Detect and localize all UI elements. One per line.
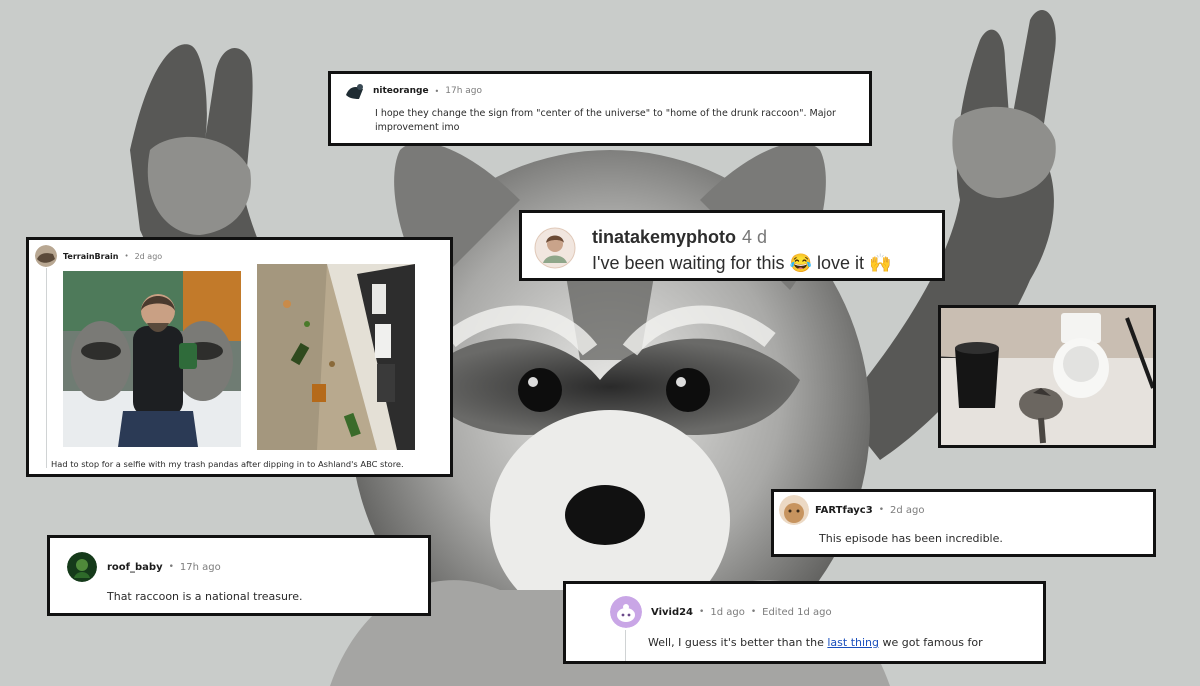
selfie-photo[interactable]: [63, 271, 241, 447]
comment-timestamp: 2d ago: [890, 504, 925, 516]
comment-card-tinatakemyphoto: tinatakemyphoto 4 d I've been waiting fo…: [519, 210, 945, 281]
comment-username[interactable]: tinatakemyphoto: [592, 227, 736, 248]
comment-username[interactable]: niteorange: [373, 86, 429, 96]
avatar-tinatakemyphoto[interactable]: [534, 227, 576, 269]
separator-dot: •: [699, 607, 705, 617]
comment-text: I hope they change the sign from "center…: [375, 108, 836, 133]
comment-username[interactable]: FARTfayc3: [815, 505, 873, 516]
comment-text: I've been waiting for this 😂 love it 🙌: [592, 253, 892, 273]
edited-label: Edited 1d ago: [762, 606, 832, 618]
comment-timestamp: 17h ago: [445, 86, 483, 96]
avatar-vivid24[interactable]: [610, 596, 642, 628]
comment-text: That raccoon is a national treasure.: [107, 590, 303, 603]
comment-timestamp: 1d ago: [710, 606, 745, 618]
avatar-terrainbrain[interactable]: [35, 245, 57, 267]
comment-text: This episode has been incredible.: [819, 532, 1003, 545]
comment-username[interactable]: Vivid24: [651, 607, 693, 618]
comment-text-start: Well, I guess it's better than the: [648, 636, 828, 649]
post-caption: Had to stop for a selfie with my trash p…: [51, 459, 404, 469]
avatar-niteorange[interactable]: [343, 79, 367, 103]
comment-username[interactable]: TerrainBrain: [63, 252, 118, 261]
broken-bottles-photo[interactable]: [257, 264, 415, 450]
comment-text: Well, I guess it's better than the last …: [648, 636, 983, 649]
avatar-roof-baby[interactable]: [67, 552, 97, 582]
comment-card-roof-baby: roof_baby • 17h ago That raccoon is a na…: [47, 535, 431, 616]
separator-dot: •: [124, 252, 129, 260]
comment-card-fartfayc3: FARTfayc3 • 2d ago This episode has been…: [771, 489, 1156, 557]
thread-line: [625, 630, 626, 661]
separator-dot: •: [434, 86, 440, 96]
comment-card-niteorange: niteorange • 17h ago I hope they change …: [328, 71, 872, 146]
comment-card-terrainbrain: TerrainBrain • 2d ago Had to stop for a …: [26, 237, 453, 477]
comment-username[interactable]: roof_baby: [107, 562, 163, 573]
thread-line: [46, 268, 47, 468]
last-thing-link[interactable]: last thing: [827, 636, 879, 649]
comment-timestamp: 17h ago: [179, 561, 221, 573]
separator-dot: •: [878, 505, 885, 515]
avatar-fartfayc3[interactable]: [779, 495, 809, 525]
separator-dot: •: [168, 562, 174, 572]
comment-card-vivid24: Vivid24 • 1d ago • Edited 1d ago Well, I…: [563, 581, 1046, 664]
comment-text-end: we got famous for: [879, 636, 983, 649]
separator-dot: •: [750, 607, 757, 617]
bathroom-raccoon-photo[interactable]: [938, 305, 1156, 448]
comment-timestamp: 4 d: [742, 227, 768, 247]
comment-timestamp: 2d ago: [134, 251, 163, 261]
